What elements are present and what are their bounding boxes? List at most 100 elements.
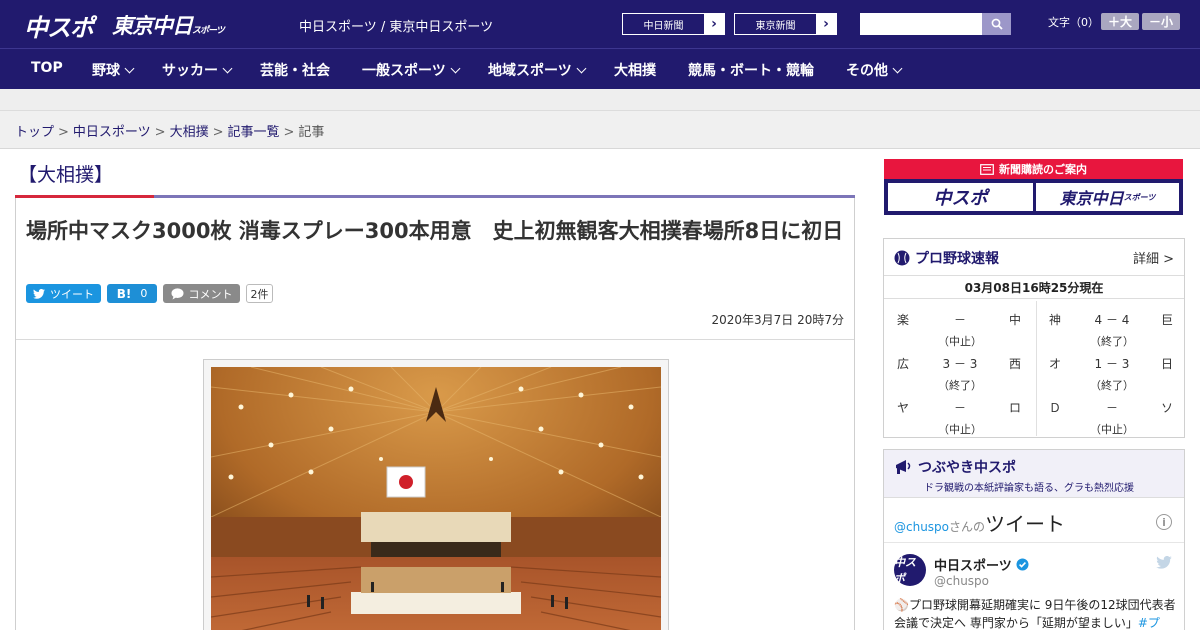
newspaper-icon [980,163,994,175]
game-row[interactable]: ヤ － ロ （中止） [884,389,1034,436]
game-score: 3 － 3 [942,357,978,371]
nav-item-general-sports[interactable]: 一般スポーツ [362,60,461,80]
search-button[interactable] [982,13,1011,35]
nav-item-baseball[interactable]: 野球 [92,60,135,80]
nav-label: 競馬・ボート・競輪 [688,63,814,79]
breadcrumb-bar: トップ > 中日スポーツ > 大相撲 > 記事一覧 > 記事 [0,111,1200,149]
breadcrumb-link-top[interactable]: トップ [15,125,54,140]
site-links[interactable]: 中日スポーツ / 東京中日スポーツ [299,16,493,35]
game-score: － [953,401,966,415]
game-row[interactable]: 神 4 － 4 巨 （終了） [1036,301,1186,348]
font-size-label: 文字（0） [1048,16,1099,29]
breadcrumb-link-sumo[interactable]: 大相撲 [170,125,209,140]
nav-label: その他 [846,63,888,79]
nav-item-soccer[interactable]: サッカー [162,60,233,80]
home-team: 広 [897,357,910,371]
nav-label: 地域スポーツ [488,63,572,79]
sub-tokyo-small: スポーツ [1123,192,1156,202]
tweets-by-handle[interactable]: @chuspo [894,520,949,534]
tokyo-logo-text: 東京中日 [112,14,193,38]
tokyo-shimbun-button[interactable]: 東京新聞 › [734,13,837,35]
sub-tokyo-text: 東京中日 [1059,189,1124,208]
breadcrumb-link-article-list[interactable]: 記事一覧 [228,125,280,140]
chunichi-shimbun-label: 中日新聞 [623,14,704,34]
away-team: 巨 [1161,313,1174,327]
chunichi-shimbun-button[interactable]: 中日新聞 › [622,13,725,35]
info-icon[interactable]: i [1156,514,1172,530]
megaphone-icon [896,460,911,474]
nav-label: サッカー [162,63,218,79]
breadcrumb-separator: > [58,125,69,140]
game-row[interactable]: オ 1 － 3 日 （終了） [1036,345,1186,392]
chevron-down-icon [576,63,587,73]
away-team: ロ [1009,401,1022,415]
category-heading: 【大相撲】 [18,164,114,186]
away-team: 日 [1161,357,1174,371]
nav-label: 芸能・社会 [260,63,330,79]
tokyo-logo-small: スポーツ [192,26,225,36]
baseball-emoji-icon: ⚾ [894,598,909,612]
subscription-header: 新聞購読のご案内 [884,159,1183,179]
font-larger-button[interactable]: ＋大 [1101,13,1139,30]
game-row[interactable]: 楽 － 中 （中止） [884,301,1034,348]
main-nav: TOP 野球 サッカー 芸能・社会 一般スポーツ 地域スポーツ 大相撲 競馬・ボ… [0,48,1200,89]
home-team: 神 [1049,313,1062,327]
home-team: Ｄ [1049,401,1062,415]
tokyo-shimbun-label: 東京新聞 [735,14,816,34]
search-input[interactable] [860,13,982,35]
nav-item-racing[interactable]: 競馬・ボート・競輪 [688,60,814,80]
nav-label: 野球 [92,63,120,79]
tweets-by-suffix: さんの [949,520,986,534]
avatar[interactable]: 中スポ [894,554,926,586]
breadcrumb-link-chunichi-sports[interactable]: 中日スポーツ [73,125,151,140]
score-updated-time: 03月08日16時25分現在 [884,275,1184,299]
baseball-score-widget: プロ野球速報 詳細 > 03月08日16時25分現在 楽 － 中 （中止） 神 … [883,238,1185,438]
nav-item-sumo[interactable]: 大相撲 [614,60,656,80]
hatena-bookmark-button[interactable]: B! 0 [107,284,157,303]
game-row[interactable]: Ｄ － ソ （中止） [1036,389,1186,436]
search-box [860,13,1011,35]
baseball-icon [894,250,910,266]
tweet-divider [884,542,1184,543]
home-team: オ [1049,357,1062,371]
search-icon [991,18,1003,30]
tweet-account-name[interactable]: 中日スポーツ [934,555,1029,574]
article-headline: 場所中マスク3000枚 消毒スプレー300本用意 史上初無観客大相撲春場所8日に… [26,219,844,243]
score-title-text: プロ野球速報 [915,251,999,267]
chevron-right-icon: › [711,16,717,32]
twitter-bird-icon[interactable] [1156,556,1172,569]
tweet-share-button[interactable]: ツイート [26,284,101,303]
tokyo-chunichi-logo[interactable]: 東京中日スポーツ [112,10,225,40]
subscribe-chuspo-logo[interactable]: 中スポ [888,183,1033,211]
twitter-bird-icon [33,288,45,299]
twitter-widget-subtitle: ドラ観戦の本紙評論家も語る、グラも熱烈応援 [924,483,1134,494]
comment-button[interactable]: コメント [163,284,240,303]
tweet-body: プロ野球開幕延期確実に 9日午後の12球団代表者会議で決定へ 専門家から「延期が… [894,598,1176,630]
tweet-account-handle[interactable]: @chuspo [934,574,989,588]
away-team: ソ [1161,401,1174,415]
score-detail-link[interactable]: 詳細 > [1133,248,1174,267]
tweet-share-label: ツイート [50,287,94,301]
twitter-widget-title: つぶやき中スポ [894,457,1016,477]
subscription-header-text: 新聞購読のご案内 [999,163,1087,176]
nav-item-top[interactable]: TOP [31,60,63,76]
nav-item-local-sports[interactable]: 地域スポーツ [488,60,587,80]
font-smaller-button[interactable]: －小 [1142,13,1180,30]
chuspo-logo[interactable]: 中スポ [24,8,94,43]
subscribe-tokyo-logo[interactable]: 東京中日 スポーツ [1036,183,1179,211]
twitter-widget-header: つぶやき中スポ ドラ観戦の本紙評論家も語る、グラも熱烈応援 [884,450,1184,498]
nav-label: 大相撲 [614,63,656,79]
nav-item-entertainment[interactable]: 芸能・社会 [260,60,330,80]
comment-count-badge: 2件 [246,284,273,303]
game-row[interactable]: 広 3 － 3 西 （終了） [884,345,1034,392]
twitter-widget: つぶやき中スポ ドラ観戦の本紙評論家も語る、グラも熱烈応援 @chuspoさんの… [883,449,1185,630]
tweet-account-name-text: 中日スポーツ [934,559,1012,574]
article-photo[interactable] [211,367,661,630]
tweet-hashtag[interactable]: #プ [1138,616,1160,630]
comment-label: コメント [188,287,233,301]
subscription-banner[interactable]: 新聞購読のご案内 中スポ 東京中日 スポーツ [884,159,1183,215]
nav-item-other[interactable]: その他 [846,60,903,80]
breadcrumb-separator: > [212,125,224,140]
breadcrumb-separator: > [154,125,166,140]
away-team: 西 [1009,357,1022,371]
